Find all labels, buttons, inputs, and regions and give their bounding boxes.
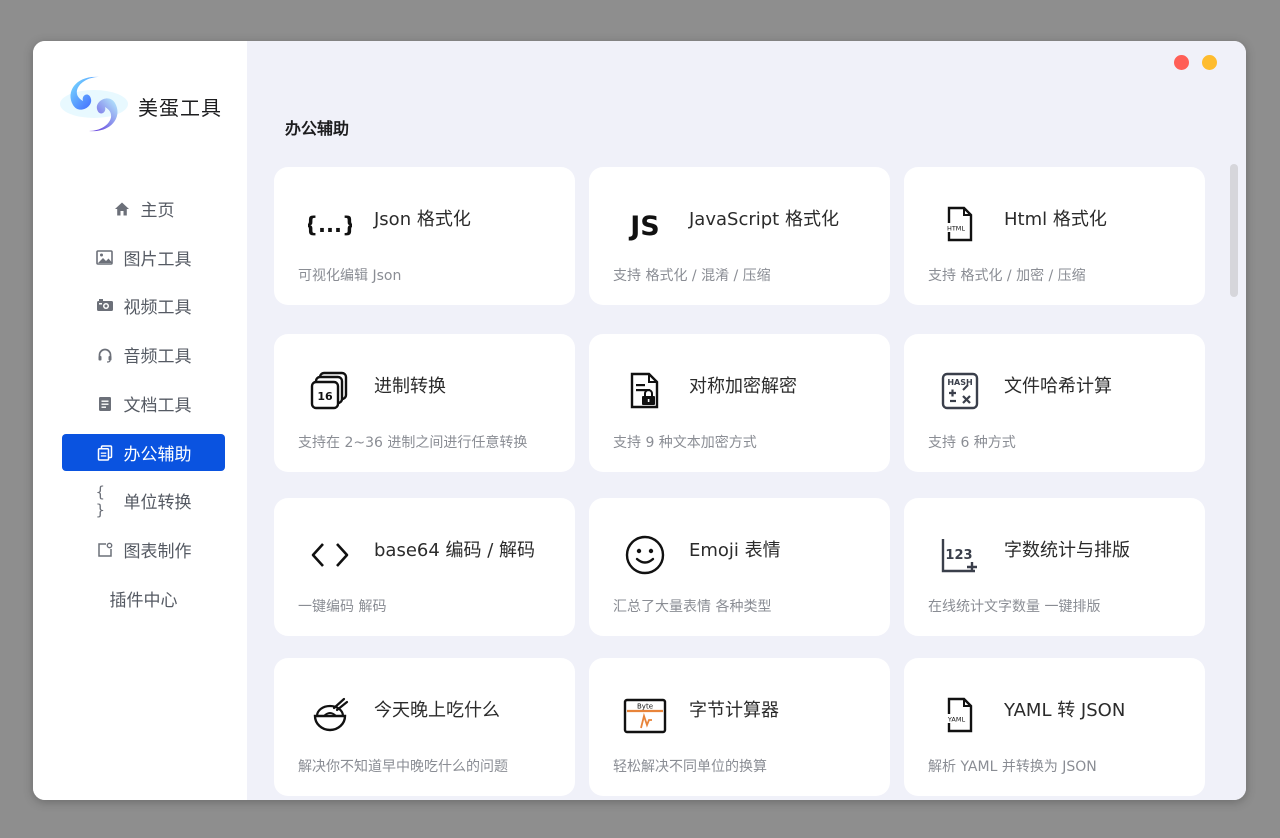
sidebar-item-image-tools[interactable]: 图片工具 [62, 239, 225, 276]
sidebar-item-unit-convert[interactable]: { } 单位转换 [62, 482, 225, 519]
card-title: Html 格式化 [1004, 209, 1107, 230]
card-title: 字数统计与排版 [1004, 540, 1130, 561]
card-description: 可视化编辑 Json [298, 268, 402, 284]
yaml-file-icon: YAML [937, 692, 983, 738]
app-window: 美蛋工具 主页 图片工具 视频工具 音频工具 文档工具 办公辅助 {} 单位转… [33, 41, 1246, 800]
hash-calculator-icon: HASH [937, 368, 983, 414]
svg-text:{...}: {...} [308, 213, 352, 237]
document-icon [96, 395, 114, 413]
image-icon [96, 249, 114, 267]
tool-card-html-format[interactable]: HTML Html 格式化 支持 格式化 / 加密 / 压缩 [904, 167, 1205, 305]
yaml-icon-text: YAML [947, 716, 966, 724]
main-content: 办公辅助 {...} Json 格式化 可视化编辑 Json JS JavaSc… [247, 41, 1246, 800]
sidebar: 美蛋工具 主页 图片工具 视频工具 音频工具 文档工具 办公辅助 {} 单位转… [33, 41, 247, 800]
headset-icon [96, 346, 114, 364]
card-description: 支持 格式化 / 加密 / 压缩 [928, 268, 1086, 284]
window-controls [1174, 55, 1217, 70]
base-16-icon: 16 [307, 368, 353, 414]
card-description: 解析 YAML 并转换为 JSON [928, 759, 1097, 775]
card-description: 支持 格式化 / 混淆 / 压缩 [613, 268, 771, 284]
card-title: Emoji 表情 [689, 540, 781, 561]
hash-icon-text: HASH [947, 378, 972, 387]
sidebar-item-plugin-center[interactable]: 插件中心 [62, 580, 225, 617]
tool-card-javascript-format[interactable]: JS JavaScript 格式化 支持 格式化 / 混淆 / 压缩 [589, 167, 890, 305]
app-logo-icon [59, 73, 129, 135]
braces-icon: { } [95, 482, 106, 519]
card-description: 汇总了大量表情 各种类型 [613, 599, 772, 615]
word-count-icon: 123 [937, 532, 983, 578]
tool-card-byte-calculator[interactable]: Byte 字节计算器 轻松解决不同单位的换算 [589, 658, 890, 796]
card-description: 支持 9 种文本加密方式 [613, 435, 757, 451]
chart-icon [96, 541, 114, 559]
tool-card-json-format[interactable]: {...} Json 格式化 可视化编辑 Json [274, 167, 575, 305]
json-braces-icon: {...} [307, 201, 353, 247]
byte-icon-text: Byte [637, 703, 653, 711]
card-description: 解决你不知道早中晚吃什么的问题 [298, 759, 508, 775]
card-title: 对称加密解密 [689, 376, 797, 397]
tool-card-yaml-to-json[interactable]: YAML YAML 转 JSON 解析 YAML 并转换为 JSON [904, 658, 1205, 796]
tool-card-file-hash[interactable]: HASH 文件哈希计算 支持 6 种方式 [904, 334, 1205, 472]
encrypted-file-icon [622, 368, 668, 414]
sidebar-item-chart-maker[interactable]: 图表制作 [62, 531, 225, 568]
video-icon [96, 297, 114, 315]
card-description: 在线统计文字数量 一键排版 [928, 599, 1101, 615]
close-window-button[interactable] [1174, 55, 1189, 70]
sidebar-item-label: 视频工具 [123, 298, 192, 318]
minimize-window-button[interactable] [1202, 55, 1217, 70]
sidebar-item-document-tools[interactable]: 文档工具 [62, 385, 225, 422]
sidebar-item-audio-tools[interactable]: 音频工具 [62, 336, 225, 373]
js-icon-text: JS [628, 211, 660, 242]
tool-card-dinner-picker[interactable]: 今天晚上吃什么 解决你不知道早中晚吃什么的问题 [274, 658, 575, 796]
section-title: 办公辅助 [285, 119, 350, 138]
sidebar-item-video-tools[interactable]: 视频工具 [62, 287, 225, 324]
sidebar-item-label: 插件中心 [109, 591, 178, 611]
card-title: 文件哈希计算 [1004, 376, 1112, 397]
card-description: 轻松解决不同单位的换算 [613, 759, 767, 775]
card-title: 进制转换 [374, 376, 446, 397]
card-title: 今天晚上吃什么 [374, 700, 500, 721]
sidebar-item-label: 单位转换 [123, 493, 192, 513]
card-description: 一键编码 解码 [298, 599, 387, 615]
bowl-icon [307, 692, 353, 738]
js-icon: JS [622, 201, 668, 247]
card-description: 支持 6 种方式 [928, 435, 1016, 451]
home-icon [113, 200, 131, 218]
tool-card-base-convert[interactable]: 16 进制转换 支持在 2~36 进制之间进行任意转换 [274, 334, 575, 472]
card-title: JavaScript 格式化 [689, 209, 839, 230]
smiley-icon [622, 532, 668, 578]
tool-card-emoji[interactable]: Emoji 表情 汇总了大量表情 各种类型 [589, 498, 890, 636]
card-title: Json 格式化 [374, 209, 471, 230]
sidebar-item-label: 文档工具 [123, 396, 192, 416]
code-brackets-icon [307, 532, 353, 578]
copy-icon [96, 444, 114, 462]
sidebar-item-home[interactable]: 主页 [62, 190, 225, 227]
tool-card-symmetric-encrypt[interactable]: 对称加密解密 支持 9 种文本加密方式 [589, 334, 890, 472]
tool-card-word-count[interactable]: 123 字数统计与排版 在线统计文字数量 一键排版 [904, 498, 1205, 636]
sidebar-item-label: 主页 [140, 201, 175, 221]
base-icon-text: 16 [317, 390, 333, 403]
sidebar-item-label: 办公辅助 [123, 445, 192, 465]
sidebar-item-office-assist[interactable]: 办公辅助 [62, 434, 225, 471]
sidebar-item-label: 音频工具 [123, 347, 192, 367]
html-file-icon: HTML [937, 201, 983, 247]
html-icon-text: HTML [947, 225, 965, 233]
sidebar-item-label: 图片工具 [123, 250, 192, 270]
byte-meter-icon: Byte [622, 692, 668, 738]
card-title: base64 编码 / 解码 [374, 540, 536, 561]
card-description: 支持在 2~36 进制之间进行任意转换 [298, 435, 528, 451]
tool-card-base64[interactable]: base64 编码 / 解码 一键编码 解码 [274, 498, 575, 636]
card-title: YAML 转 JSON [1004, 700, 1126, 721]
app-title: 美蛋工具 [138, 96, 222, 120]
vertical-scrollbar[interactable] [1230, 164, 1238, 297]
word-count-icon-text: 123 [945, 548, 972, 563]
sidebar-item-label: 图表制作 [123, 542, 192, 562]
card-title: 字节计算器 [689, 700, 779, 721]
